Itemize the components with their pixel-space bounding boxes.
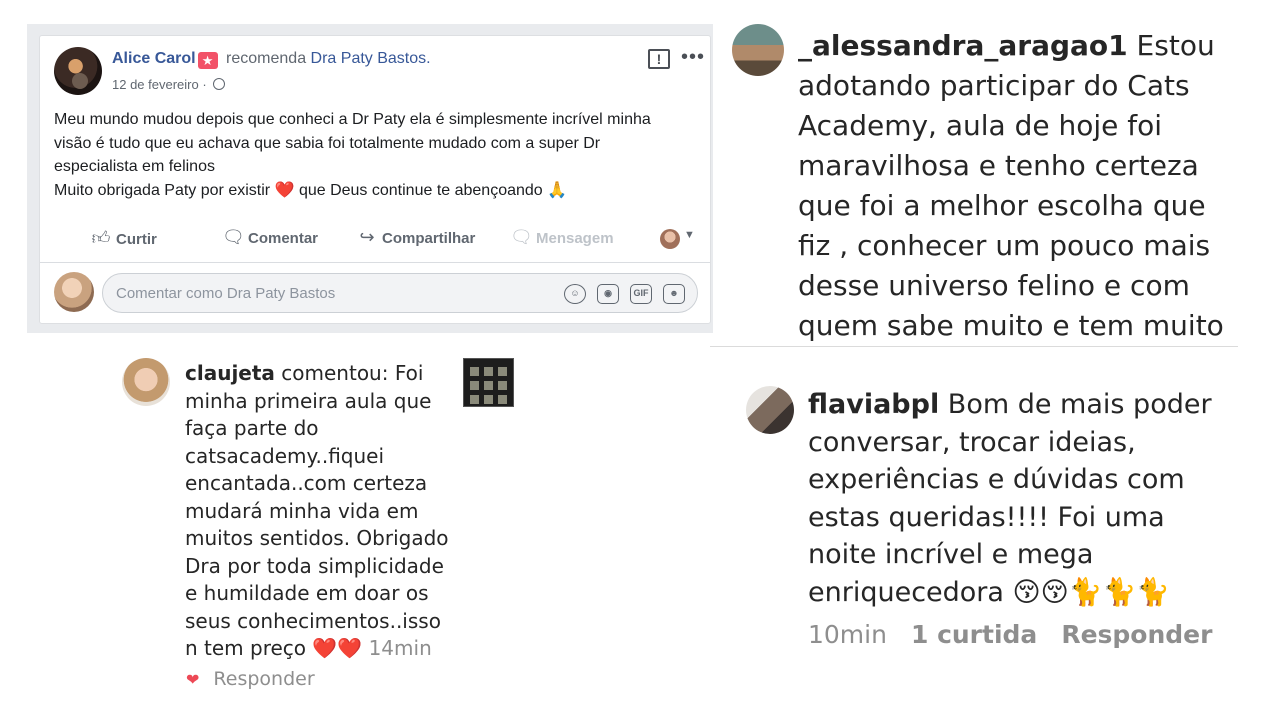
share-arrow-icon: ↪ xyxy=(359,227,375,247)
heart-like-icon[interactable]: ❤ xyxy=(186,670,199,689)
comment-line: maravilhosa e tenho certeza xyxy=(798,149,1199,182)
comment-input-icons: ☺ ◉ GIF ☻ xyxy=(553,283,685,304)
hearts-emoji: ❤️❤️ xyxy=(312,636,363,660)
comment-button[interactable]: 🗨︎ Comentar xyxy=(222,227,318,248)
comment-line: mudará minha vida em xyxy=(185,498,419,523)
post-thumbnail[interactable] xyxy=(463,358,514,407)
post-date[interactable]: 12 de fevereiro xyxy=(112,77,199,92)
thumbs-up-icon: 👍︎ xyxy=(91,228,111,248)
emoji-icon[interactable]: ☺ xyxy=(564,284,586,304)
comment-line: flaviabpl Bom de mais poder xyxy=(808,386,1238,424)
comment-time: 14min xyxy=(368,636,432,660)
recommends-text: recomenda xyxy=(226,50,307,67)
heart-emoji: ❤️ xyxy=(274,181,295,199)
avatar[interactable] xyxy=(732,24,784,76)
comment-actions: ❤ Responder xyxy=(186,668,315,690)
comment-text: Estou xyxy=(1127,29,1215,62)
reply-button[interactable]: Responder xyxy=(1061,620,1212,649)
comment-line: quem sabe muito e tem muito xyxy=(798,309,1224,342)
post-text: Meu mundo mudou depois que conheci a Dr … xyxy=(54,108,704,202)
comment-body: flaviabpl Bom de mais poder conversar, t… xyxy=(808,386,1238,611)
author-name-link[interactable]: Alice Carol xyxy=(112,50,196,67)
comment-line: conversar, trocar ideias, xyxy=(808,426,1136,458)
facebook-recommendation-screenshot: Alice Carol ★ recomenda Dra Paty Bastos. … xyxy=(27,24,713,333)
comment-line: encantada..com certeza xyxy=(185,471,428,495)
message-label: Mensagem xyxy=(536,230,614,247)
divider xyxy=(40,262,710,263)
share-button[interactable]: ↪ Compartilhar xyxy=(356,227,475,248)
praying-hands-emoji: 🙏 xyxy=(547,181,568,199)
gif-icon[interactable]: GIF xyxy=(630,284,652,304)
comment-line: noite incrível e mega xyxy=(808,539,1094,570)
comment-text: comentou: Foi xyxy=(274,361,424,385)
comment-line: faça parte do xyxy=(185,416,319,440)
likes-count-link[interactable]: 1 curtida xyxy=(911,620,1037,649)
public-globe-icon xyxy=(213,78,226,90)
comment-time: 10min xyxy=(808,620,887,649)
username-link[interactable]: _alessandra_aragao1 xyxy=(798,29,1128,62)
comment-line: n tem preço ❤️❤️ 14min xyxy=(185,635,455,663)
post-text-fragment: Muito obrigada Paty por existir xyxy=(54,181,271,199)
post-text-line: visão é tudo que eu achava que sabia foi… xyxy=(54,134,601,152)
speech-bubble-icon: 🗨︎ xyxy=(222,227,245,247)
comment-line: enriquecedora 😚😚🐈🐈🐈 xyxy=(808,576,1170,608)
facebook-post-card: Alice Carol ★ recomenda Dra Paty Bastos. … xyxy=(39,35,711,324)
commenter-avatar xyxy=(54,272,94,312)
page-name-link[interactable]: Dra Paty Bastos. xyxy=(311,50,431,67)
author-avatar[interactable] xyxy=(54,47,102,95)
avatar[interactable] xyxy=(122,358,170,406)
reply-button[interactable]: Responder xyxy=(213,668,314,690)
date-separator: · xyxy=(202,77,207,92)
comment-label: Comentar xyxy=(248,230,319,247)
comment-placeholder: Comentar como Dra Paty Bastos xyxy=(116,285,336,302)
post-text-fragment: que Deus continue te abençoando xyxy=(298,181,543,199)
comment-line: seus conhecimentos..isso xyxy=(185,608,441,633)
report-icon[interactable]: ! xyxy=(648,49,670,69)
post-action-bar: 👍︎ Curtir 🗨︎ Comentar ↪ Compartilhar 🗨︎ Mens… xyxy=(40,221,710,255)
like-label: Curtir xyxy=(116,231,157,248)
share-label: Compartilhar xyxy=(382,230,476,247)
comment-line: _alessandra_aragao1 Estou xyxy=(798,26,1248,66)
comment-line: que foi a melhor escolha que xyxy=(798,189,1206,222)
comment-line: catsacademy..fiquei xyxy=(185,443,385,468)
like-button[interactable]: 👍︎ Curtir xyxy=(90,227,157,249)
message-button[interactable]: 🗨︎ Mensagem xyxy=(510,227,614,248)
comment-meta: 10min 1 curtida Responder xyxy=(808,620,1236,649)
comment-line: desse universo felino e com xyxy=(798,269,1190,302)
comment-line: Dra por toda simplicidade xyxy=(185,553,444,578)
comment-line: adotando participar do Cats xyxy=(798,69,1190,102)
comment-input[interactable]: Comentar como Dra Paty Bastos ☺ ◉ GIF ☻ xyxy=(102,273,698,313)
messenger-bubble-icon: 🗨︎ xyxy=(510,227,533,247)
recommendation-star-icon: ★ xyxy=(197,52,218,69)
react-as-avatar[interactable] xyxy=(660,229,680,249)
comment-body: _alessandra_aragao1 Estou adotando parti… xyxy=(798,26,1248,346)
post-text-line: Meu mundo mudou depois que conheci a Dr … xyxy=(54,111,651,128)
chevron-down-icon[interactable]: ▼ xyxy=(684,229,695,241)
comment-body: claujeta comentou: Foi minha primeira au… xyxy=(185,360,455,663)
comment-line: claujeta comentou: Foi xyxy=(185,360,455,388)
comment-line: minha primeira aula que xyxy=(185,388,432,413)
post-text-line: Muito obrigada Paty por existir ❤️ que D… xyxy=(54,179,704,203)
comment-line: fiz , conhecer um pouco mais xyxy=(798,229,1211,262)
more-options-icon[interactable]: ••• xyxy=(681,46,705,69)
comment-line: muitos sentidos. Obrigado xyxy=(185,526,449,550)
camera-icon[interactable]: ◉ xyxy=(597,284,619,304)
comment-line: experiências e dúvidas com xyxy=(808,464,1185,495)
username-link[interactable]: claujeta xyxy=(185,361,275,385)
username-link[interactable]: flaviabpl xyxy=(808,389,939,420)
post-timestamp: 12 de fevereiro · xyxy=(112,77,226,92)
post-text-line: especialista em felinos xyxy=(54,158,215,175)
divider xyxy=(710,346,1238,347)
post-header: Alice Carol ★ recomenda Dra Paty Bastos. xyxy=(112,50,431,69)
comment-text: n tem preço xyxy=(185,636,307,660)
comment-text: Bom de mais poder xyxy=(939,389,1212,420)
sticker-icon[interactable]: ☻ xyxy=(663,284,685,304)
comment-line: estas queridas!!!! Foi uma xyxy=(808,501,1165,533)
comment-line: e humildade em doar os xyxy=(185,581,429,605)
avatar[interactable] xyxy=(746,386,794,434)
comment-line: Academy, aula de hoje foi xyxy=(798,109,1163,142)
